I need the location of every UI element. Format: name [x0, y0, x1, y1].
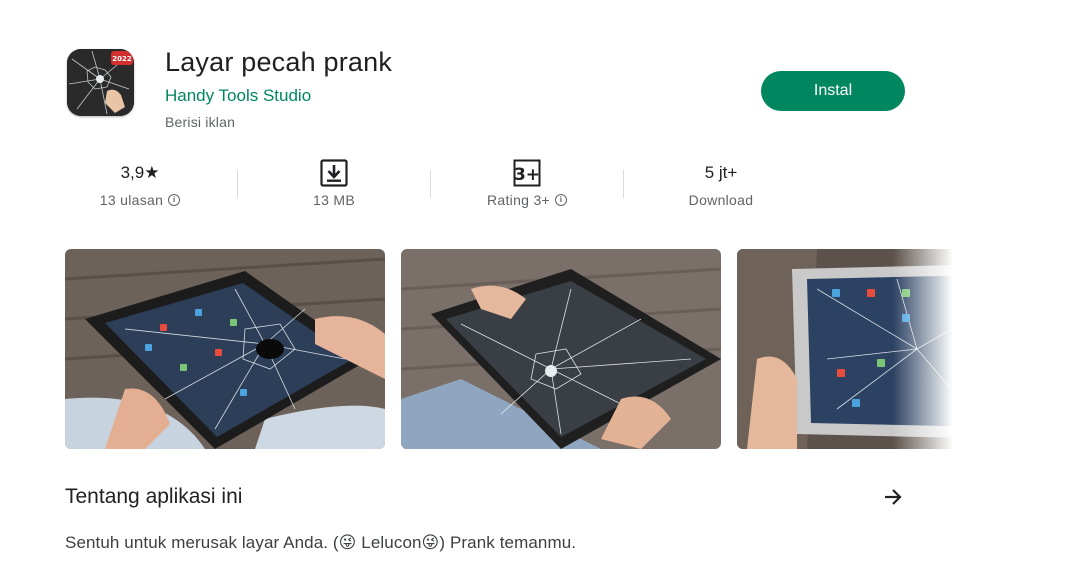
about-description: Sentuh untuk merusak layar Anda. (😜 Lelu…: [65, 533, 577, 552]
download-icon: [320, 159, 348, 187]
downloads-count: 5 jt+: [704, 163, 738, 182]
screenshot-carousel[interactable]: [65, 249, 953, 449]
info-icon[interactable]: i: [168, 194, 181, 206]
divider: [237, 170, 238, 198]
app-size: 13 MB: [313, 192, 355, 208]
stat-content-rating: 3+ Rating 3+ i: [452, 158, 602, 208]
developer-link[interactable]: Handy Tools Studio: [165, 86, 311, 106]
downloads-label: Download: [688, 192, 754, 208]
install-button[interactable]: Instal: [761, 71, 905, 111]
stat-size: 13 MB: [259, 158, 409, 208]
arrow-right-icon: [885, 489, 902, 505]
about-arrow-button[interactable]: [878, 482, 908, 512]
ads-note: Berisi iklan: [165, 114, 236, 130]
rating-3plus-icon: 3+: [513, 159, 541, 187]
content-rating-label: Rating 3+: [486, 192, 551, 208]
divider: [430, 170, 431, 198]
screenshot-1[interactable]: [65, 249, 385, 449]
carousel-fade: [893, 249, 953, 449]
icon-badge-text: 2022: [112, 55, 132, 63]
app-icon: 2022: [67, 49, 134, 116]
info-icon[interactable]: i: [555, 194, 568, 206]
app-title: Layar pecah prank: [165, 47, 393, 77]
rating-value: 3,9★: [120, 163, 160, 182]
divider: [623, 170, 624, 198]
reviews-count: 13 ulasan: [99, 192, 164, 208]
rating-badge-text: 3+: [514, 165, 540, 185]
about-title: Tentang aplikasi ini: [65, 485, 243, 508]
stat-downloads: 5 jt+ Download: [646, 158, 796, 208]
stat-rating: 3,9★ 13 ulasan i: [65, 158, 215, 208]
screenshot-2[interactable]: [401, 249, 721, 449]
